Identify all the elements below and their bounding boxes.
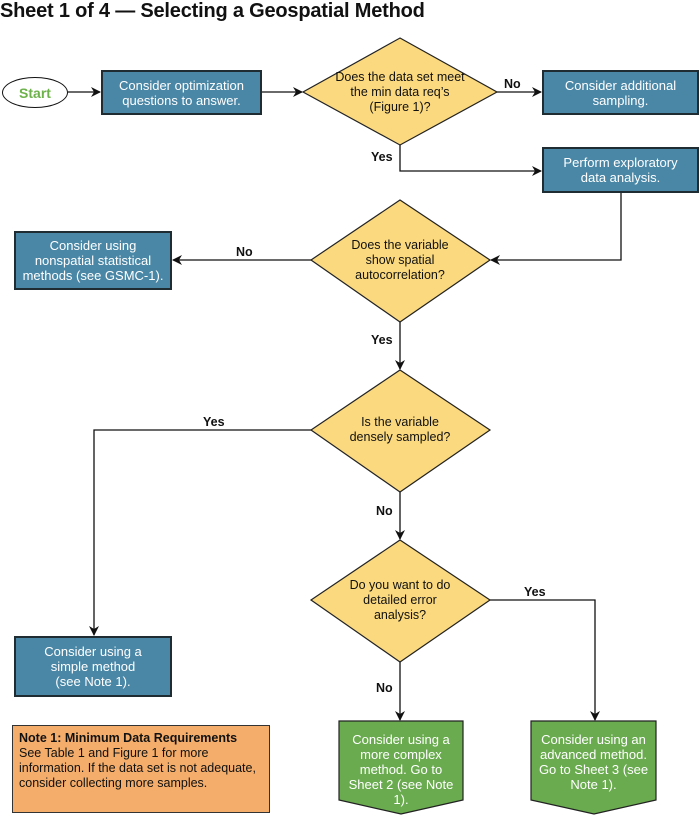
complex-method-text: Consider using a more complex method. Go… — [348, 732, 454, 807]
arrow-error-yes — [490, 599, 600, 721]
edge-label-dense-no: No — [376, 504, 393, 518]
decision-autocorrelation-text: Does the variable show spatial autocorre… — [351, 237, 449, 282]
note-box: Note 1: Minimum Data Requirements See Ta… — [12, 725, 270, 813]
arrow-min-data-yes — [399, 145, 542, 176]
note-body: See Table 1 and Figure 1 for more inform… — [19, 746, 256, 790]
nonspatial-methods-box: Consider using nonspatial statistical me… — [14, 231, 172, 290]
edge-label-dense-yes: Yes — [203, 415, 225, 429]
edge-label-autocorr-no: No — [236, 245, 253, 259]
edge-label-error-yes: Yes — [524, 585, 546, 599]
edge-label-error-no: No — [376, 681, 393, 695]
decision-dense-text: Is the variable densely sampled? — [349, 415, 451, 444]
simple-method-box: Consider using a simple method (see Note… — [14, 636, 172, 697]
decision-error-text: Do you want to do detailed error analysi… — [349, 577, 451, 622]
arrow-dense-yes — [89, 429, 311, 636]
advanced-method-text: Consider using an advanced method. Go to… — [538, 732, 649, 792]
additional-sampling-box: Consider additional sampling. — [542, 70, 699, 115]
arrow-exploratory-to-autocorr — [490, 193, 622, 265]
edge-label-min-data-no: No — [504, 77, 521, 91]
edge-label-autocorr-yes: Yes — [371, 333, 393, 347]
exploratory-analysis-box: Perform exploratory data analysis. — [542, 147, 699, 193]
note-title: Note 1: Minimum Data Requirements — [19, 731, 238, 745]
edge-label-min-data-yes: Yes — [371, 150, 393, 164]
decision-min-data-text: Does the data set meet the min data req’… — [335, 69, 465, 114]
optimization-box: Consider optimization questions to answe… — [101, 70, 262, 115]
start-terminal: Start — [2, 77, 68, 108]
